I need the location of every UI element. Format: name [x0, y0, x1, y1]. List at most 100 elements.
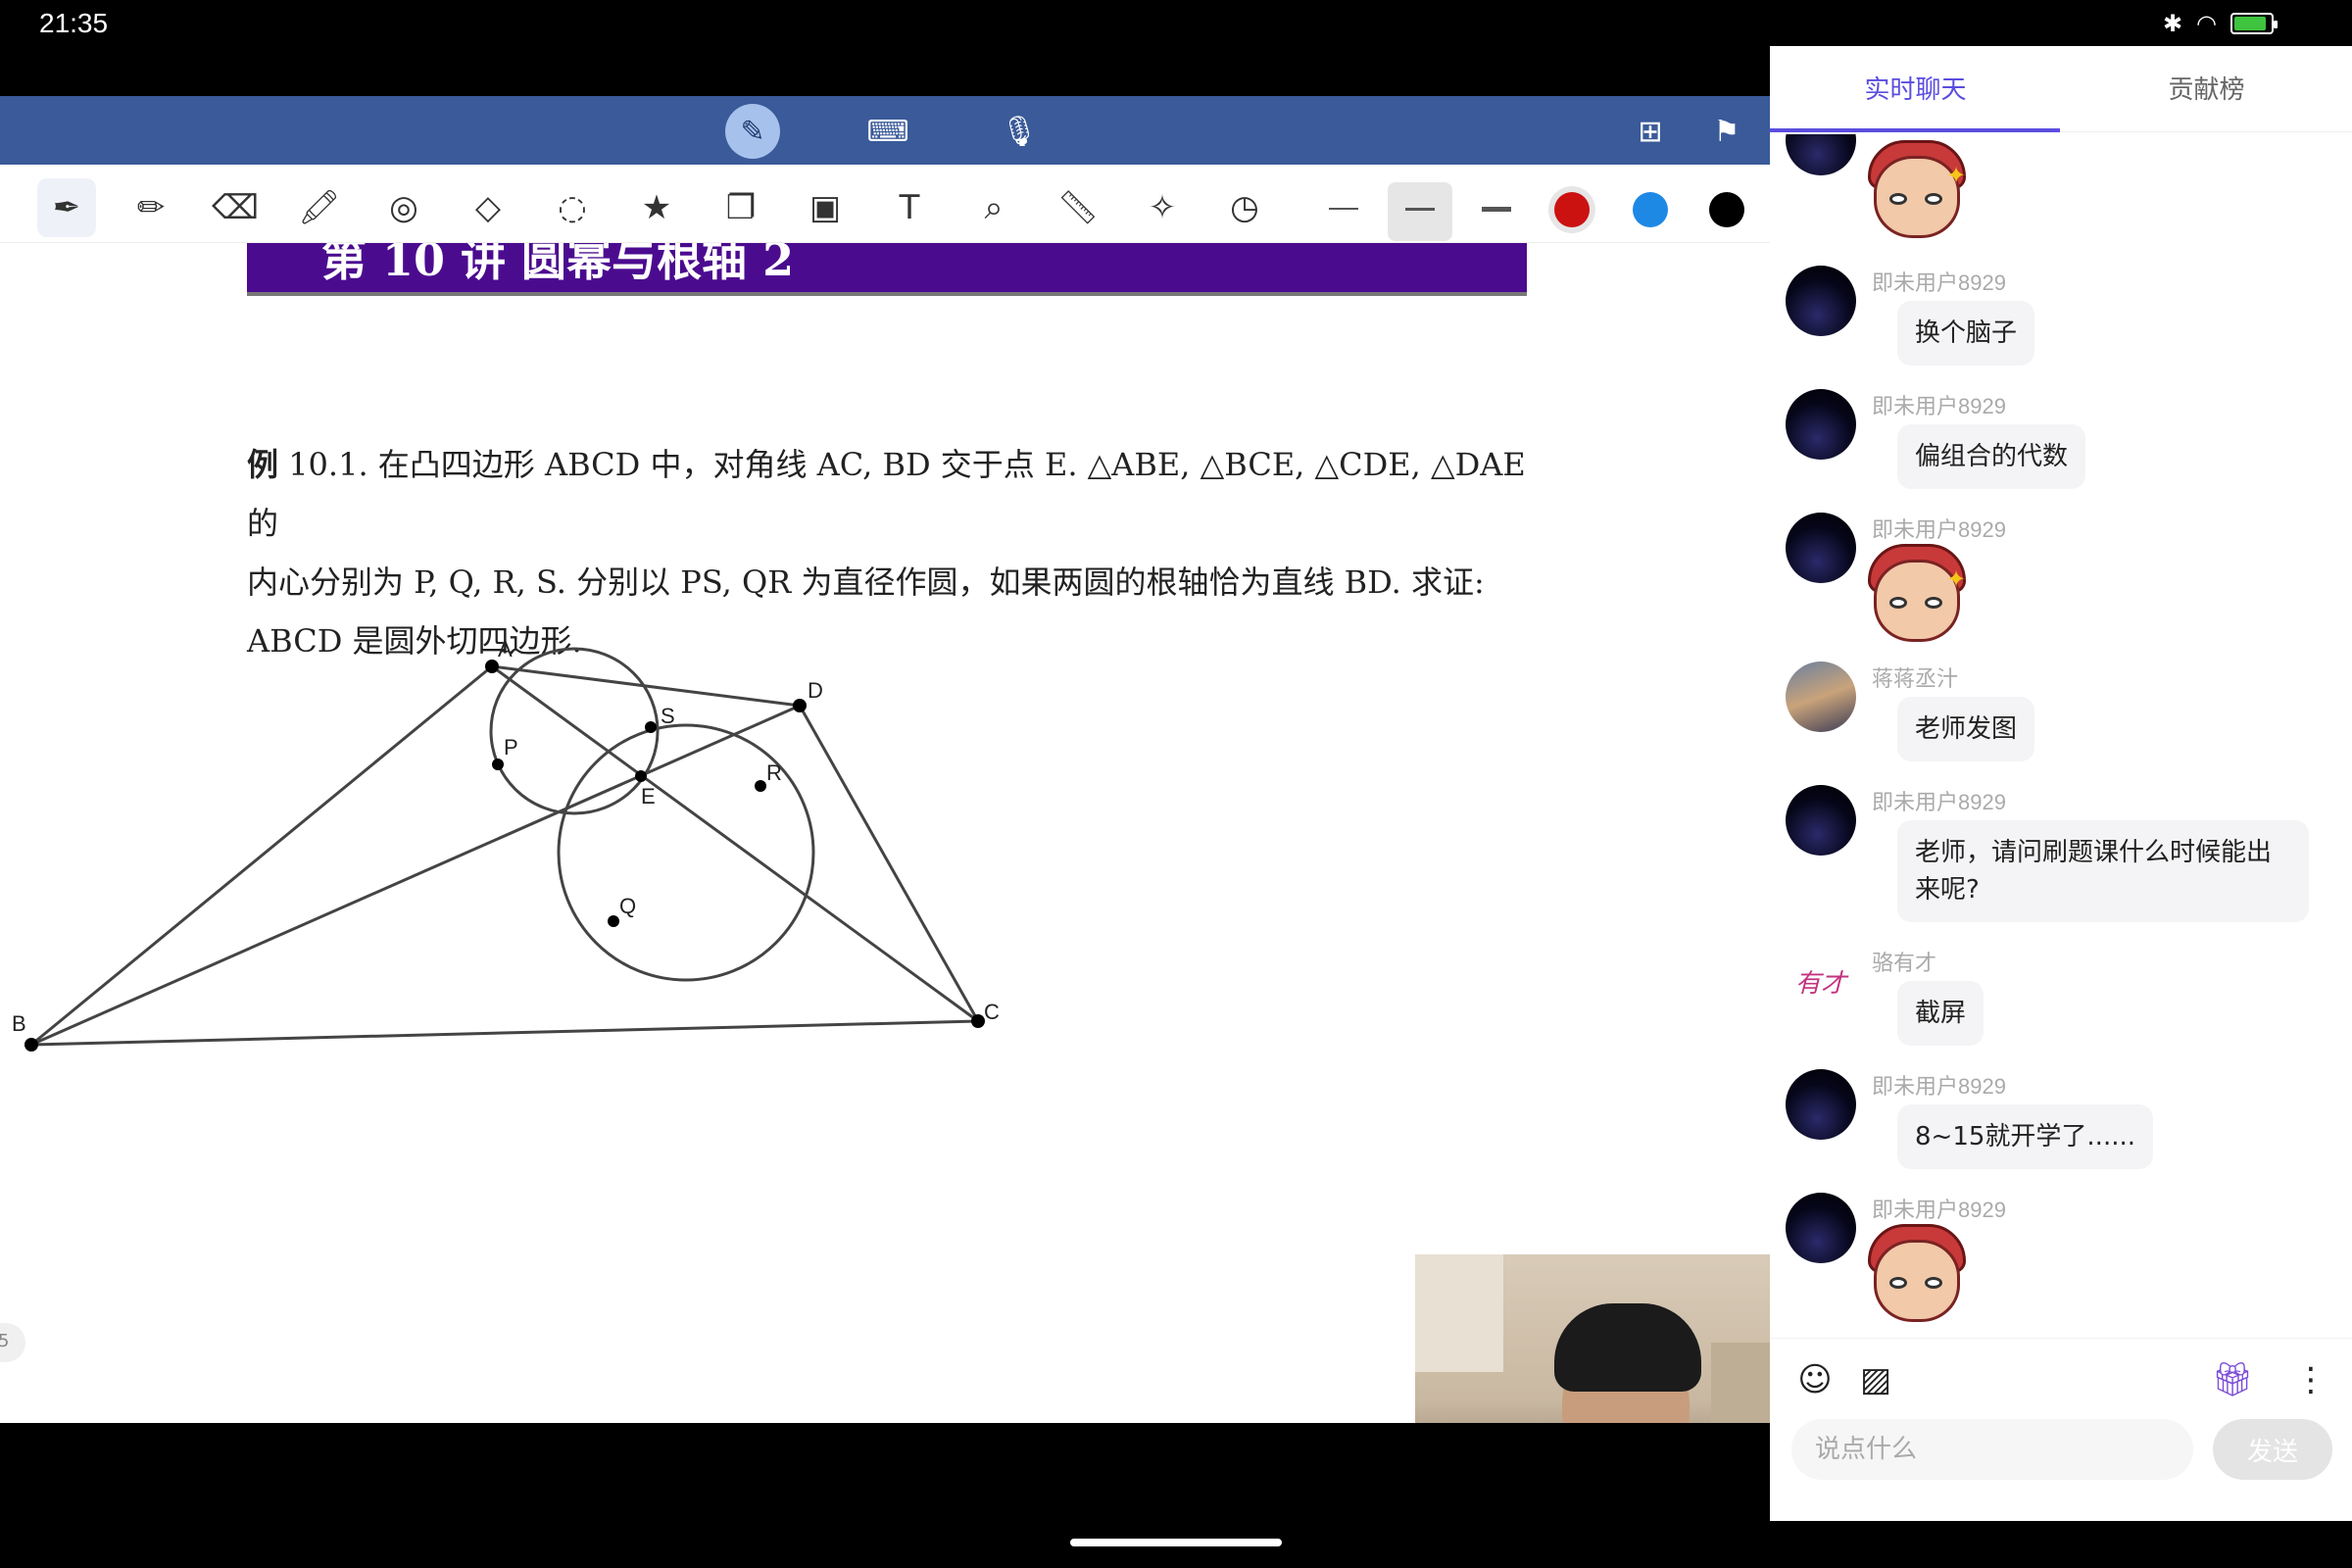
sticker-eye	[1925, 597, 1942, 609]
avatar[interactable]	[1786, 1193, 1856, 1263]
video-window-bg	[1415, 1254, 1503, 1372]
label-a: A	[498, 637, 513, 662]
message-username: 骆有才	[1872, 951, 1937, 975]
avatar[interactable]: 有才	[1786, 946, 1856, 1016]
stroke-thin[interactable]	[1329, 208, 1358, 210]
battery-icon	[2230, 13, 2278, 34]
edge-dc	[798, 705, 980, 1022]
image-icon[interactable]: ▣	[796, 178, 855, 237]
avatar[interactable]	[1786, 662, 1856, 732]
avatar-text: 有才	[1794, 968, 1846, 999]
document-page: 第 10 讲 圆幂与根轴 2 例 10.1. 在凸四边形 ABCD 中，对角线 …	[0, 243, 1770, 1423]
gift-icon[interactable]: 🎁︎	[2211, 1358, 2254, 1401]
highlighter-icon[interactable]: 🖍︎	[290, 178, 349, 237]
edge-ab	[30, 664, 493, 1047]
microphone-icon[interactable]: 🎙︎	[992, 104, 1047, 159]
problem-line-2: 内心分别为 P, Q, R, S. 分别以 PS, QR 为直径作圆，如果两圆的…	[247, 564, 1485, 601]
label-e: E	[641, 784, 656, 808]
page-tab-number: 5	[0, 1331, 10, 1351]
color-blue[interactable]	[1633, 192, 1668, 227]
sticker-face	[1874, 1240, 1960, 1322]
point-c	[971, 1014, 985, 1028]
sticker-icon[interactable]: ★	[627, 178, 686, 237]
edge-bc	[30, 1019, 979, 1047]
image-icon[interactable]: ▨	[1854, 1358, 1897, 1401]
problem-label: 例	[247, 446, 279, 483]
sticker-image[interactable]	[1864, 1224, 1970, 1330]
chat-input-area: ☺ ▨ 🎁︎ ⋮ 发送	[1770, 1338, 2352, 1521]
teacher-video[interactable]	[1415, 1254, 1770, 1423]
color-black[interactable]	[1709, 192, 1744, 227]
spiral-icon[interactable]: ◎	[374, 178, 433, 237]
tab-contribution-rank[interactable]: 贡献榜	[2061, 70, 2352, 106]
color-red[interactable]	[1554, 192, 1590, 227]
bookmark-icon[interactable]: ⚑	[1699, 104, 1754, 159]
add-page-icon[interactable]: ⊞	[1623, 104, 1678, 159]
chat-panel: 实时聊天 贡献榜 ✦ 即未用户8929 换个脑子 即未用户8929 偏组合的代数	[1770, 46, 2352, 1521]
image-search-icon[interactable]: ⌕	[964, 178, 1023, 237]
tab-underline	[1770, 128, 2060, 132]
bluetooth-icon: ✱	[2162, 10, 2183, 37]
label-c: C	[984, 1000, 1000, 1024]
status-icons: ✱ ◠	[2162, 10, 2278, 37]
label-b: B	[12, 1011, 26, 1036]
message-username: 即未用户8929	[1872, 394, 2006, 418]
diagonal-ac	[491, 664, 979, 1023]
copy-icon[interactable]: ❐	[711, 178, 770, 237]
eraser-icon[interactable]: ⌫	[206, 178, 265, 237]
problem-line-1: 例 10.1. 在凸四边形 ABCD 中，对角线 AC, BD 交于点 E. △…	[247, 435, 1541, 553]
avatar[interactable]	[1786, 266, 1856, 336]
avatar[interactable]	[1786, 389, 1856, 460]
text-icon[interactable]: T	[880, 178, 939, 237]
whiteboard: ✎ ⌨ 🎙︎ ⊞ ⚑ ✒ ✏ ⌫ 🖍︎ ◎ ◇ ◌ ★ ❐ ▣ T ⌕ 📏︎ ✧…	[0, 96, 1770, 1423]
avatar[interactable]	[1786, 134, 1856, 175]
stroke-thick[interactable]	[1482, 207, 1511, 212]
chat-input[interactable]	[1791, 1419, 2193, 1480]
sticker-eye	[1925, 193, 1942, 205]
battery-fill	[2234, 17, 2266, 30]
clock-icon[interactable]: ◷	[1215, 178, 1274, 237]
diagonal-bd	[30, 704, 801, 1047]
point-a	[485, 660, 499, 673]
point-b	[24, 1038, 38, 1052]
laser-pointer-icon[interactable]: ✧	[1133, 178, 1192, 237]
geometry-figure: A D B C E P S R Q	[12, 637, 1000, 1052]
point-r	[755, 780, 766, 792]
message-username: 即未用户8929	[1872, 1198, 2006, 1222]
ruler-icon[interactable]: 📏︎	[1049, 178, 1107, 237]
lasso-icon[interactable]: ◌	[543, 178, 602, 237]
sticker-star: ✦	[1946, 162, 1967, 189]
shapes-icon[interactable]: ◇	[459, 178, 517, 237]
point-e	[635, 770, 647, 782]
send-button[interactable]: 发送	[2213, 1419, 2332, 1480]
tab-live-chat[interactable]: 实时聊天	[1770, 70, 2061, 106]
point-q	[608, 915, 619, 927]
chat-messages[interactable]: ✦ 即未用户8929 换个脑子 即未用户8929 偏组合的代数 即未用户8929…	[1770, 134, 2352, 1338]
video-shelf-bg	[1711, 1343, 1770, 1423]
sticker-eye	[1925, 1277, 1942, 1289]
keyboard-icon[interactable]: ⌨	[860, 104, 915, 159]
stroke-medium-selected[interactable]	[1388, 182, 1452, 241]
label-d: D	[808, 678, 823, 703]
sticker-image[interactable]: ✦	[1864, 140, 1970, 246]
more-icon[interactable]: ⋮	[2289, 1358, 2332, 1401]
smart-pen-icon[interactable]: ✒	[37, 178, 96, 237]
sticker-eye	[1889, 597, 1907, 609]
drawing-toolbar: ✒ ✏ ⌫ 🖍︎ ◎ ◇ ◌ ★ ❐ ▣ T ⌕ 📏︎ ✧ ◷	[0, 165, 1770, 243]
point-p	[492, 759, 504, 770]
pencil-icon[interactable]: ✏	[122, 178, 180, 237]
lecture-title: 第 10 讲 圆幂与根轴 2	[247, 243, 1527, 296]
avatar[interactable]	[1786, 785, 1856, 856]
wifi-icon: ◠	[2196, 10, 2217, 37]
avatar[interactable]	[1786, 1069, 1856, 1140]
stroke-medium[interactable]	[1405, 208, 1435, 211]
home-indicator[interactable]	[1070, 1539, 1282, 1546]
screen: 21:35 ✱ ◠ ✎ ⌨ 🎙︎ ⊞ ⚑ ✒ ✏ ⌫ 🖍︎ ◎ ◇ ◌ ★ ❐	[0, 0, 2352, 1568]
status-bar: 21:35 ✱ ◠	[0, 0, 2352, 49]
pen-icon[interactable]: ✎	[725, 104, 780, 159]
sticker-image[interactable]: ✦	[1864, 544, 1970, 650]
message-bubble: 偏组合的代数	[1897, 424, 2086, 489]
avatar[interactable]	[1786, 513, 1856, 583]
emoji-icon[interactable]: ☺	[1793, 1358, 1837, 1401]
point-d	[793, 699, 807, 712]
